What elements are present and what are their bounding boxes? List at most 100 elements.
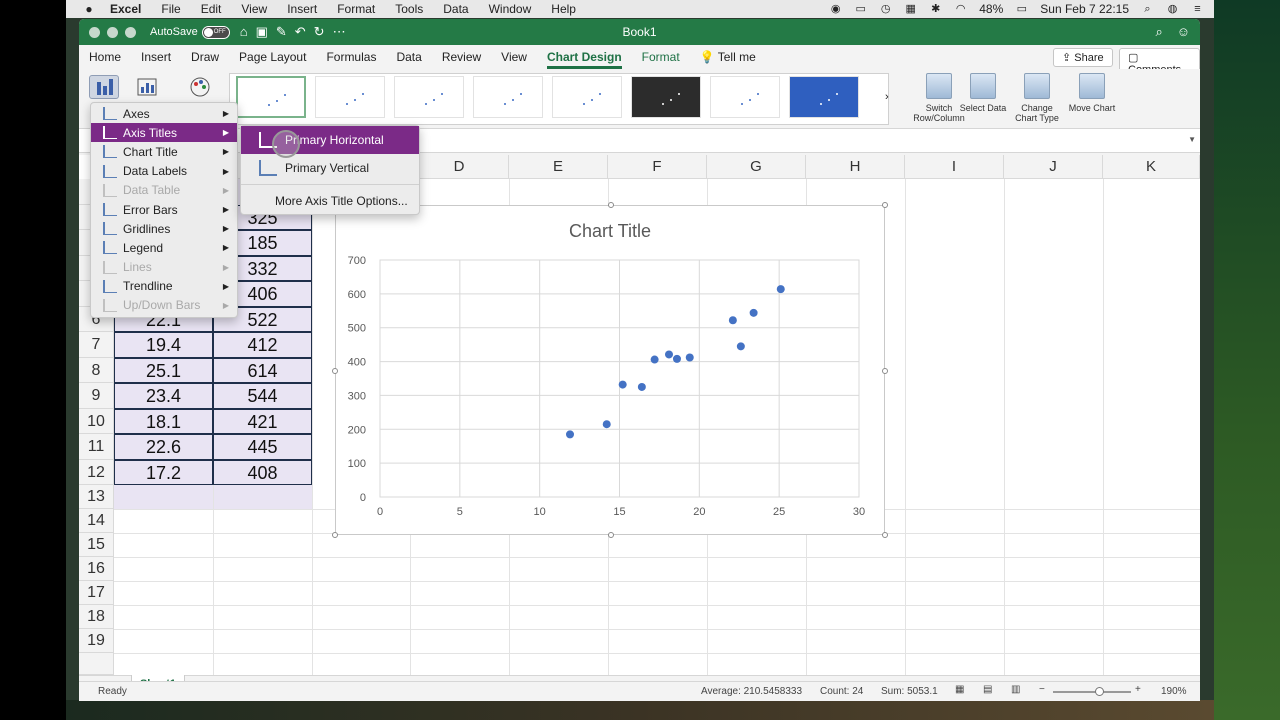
col-header-K[interactable]: K bbox=[1103, 155, 1200, 179]
data-point[interactable] bbox=[749, 308, 758, 317]
col-header-J[interactable]: J bbox=[1004, 155, 1103, 179]
row-header-7[interactable]: 7 bbox=[79, 332, 114, 358]
resize-handle-tm[interactable] bbox=[608, 202, 614, 208]
apple-icon[interactable]: ● bbox=[82, 2, 96, 16]
col-header-I[interactable]: I bbox=[905, 155, 1004, 179]
page-break-view-icon[interactable]: ▥ bbox=[1011, 684, 1020, 695]
notification-center-icon[interactable]: ≡ bbox=[1191, 3, 1204, 16]
menu-item-error-bars[interactable]: Error Bars ▶ bbox=[91, 200, 237, 219]
menu-item-axis-titles[interactable]: Axis Titles ▶ bbox=[91, 123, 237, 143]
search-icon[interactable]: ⌕ bbox=[1155, 24, 1162, 40]
save-icon[interactable]: ▣ bbox=[256, 24, 268, 40]
undo-icon[interactable]: ↶ bbox=[295, 24, 306, 40]
row-header-12[interactable]: 12 bbox=[79, 459, 114, 485]
resize-handle-bm[interactable] bbox=[608, 532, 614, 538]
row-header-17[interactable]: 17 bbox=[79, 581, 114, 605]
tab-formulas[interactable]: Formulas bbox=[326, 45, 376, 69]
resize-handle-br[interactable] bbox=[882, 532, 888, 538]
menu-item-chart-title[interactable]: Chart Title ▶ bbox=[91, 142, 237, 161]
record-icon[interactable]: ◉ bbox=[829, 3, 842, 16]
chart-style-1[interactable] bbox=[236, 76, 306, 118]
chart-style-4[interactable] bbox=[473, 76, 543, 118]
expand-formula-icon[interactable]: ▼ bbox=[1188, 135, 1196, 144]
add-chart-element-button[interactable] bbox=[89, 75, 119, 99]
menu-file[interactable]: File bbox=[161, 2, 180, 16]
change-colors-button[interactable] bbox=[187, 75, 217, 99]
cell-b[interactable]: 421 bbox=[213, 408, 312, 434]
row-header-15[interactable]: 15 bbox=[79, 533, 114, 557]
tell-me[interactable]: 💡 Tell me bbox=[700, 45, 756, 69]
col-header-F[interactable]: F bbox=[608, 155, 707, 179]
menu-item-primary-horizontal[interactable]: Primary Horizontal bbox=[241, 126, 419, 154]
data-point[interactable] bbox=[664, 350, 673, 359]
zoom-level[interactable]: 190% bbox=[1161, 686, 1187, 697]
siri-icon[interactable]: ◍ bbox=[1166, 3, 1179, 16]
chart-style-3[interactable] bbox=[394, 76, 464, 118]
menu-item-gridlines[interactable]: Gridlines ▶ bbox=[91, 219, 237, 238]
row-header-14[interactable]: 14 bbox=[79, 509, 114, 533]
tab-format[interactable]: Format bbox=[642, 45, 680, 69]
tab-review[interactable]: Review bbox=[442, 45, 481, 69]
row-header-10[interactable]: 10 bbox=[79, 408, 114, 434]
clock[interactable]: Sun Feb 7 22:15 bbox=[1040, 2, 1129, 16]
tab-chart-design[interactable]: Chart Design bbox=[546, 45, 622, 69]
cell-a[interactable]: 19.4 bbox=[114, 332, 213, 358]
data-point[interactable] bbox=[566, 430, 575, 439]
tab-page-layout[interactable]: Page Layout bbox=[239, 45, 306, 69]
minimize-button[interactable] bbox=[107, 26, 118, 38]
data-point[interactable] bbox=[650, 355, 659, 364]
row-header-8[interactable]: 8 bbox=[79, 357, 114, 383]
display-icon[interactable]: ▭ bbox=[854, 3, 867, 16]
menu-item-trendline[interactable]: Trendline ▶ bbox=[91, 277, 237, 296]
tab-home[interactable]: Home bbox=[89, 45, 121, 69]
app-menu[interactable]: Excel bbox=[110, 2, 141, 16]
cell-a[interactable]: 17.2 bbox=[114, 459, 213, 485]
menu-item-more-axis-title-options[interactable]: More Axis Title Options... bbox=[241, 187, 419, 215]
chart-style-7[interactable] bbox=[710, 76, 780, 118]
cell-b[interactable]: 614 bbox=[213, 357, 312, 383]
resize-handle-bl[interactable] bbox=[332, 532, 338, 538]
page-layout-view-icon[interactable]: ▤ bbox=[983, 684, 992, 695]
menu-format[interactable]: Format bbox=[337, 2, 375, 16]
data-point[interactable] bbox=[728, 316, 737, 325]
autosave-toggle[interactable]: OFF bbox=[201, 25, 230, 39]
chart-title[interactable]: Chart Title bbox=[569, 221, 651, 241]
cell-a[interactable]: 18.1 bbox=[114, 408, 213, 434]
chart-style-8[interactable] bbox=[789, 76, 859, 118]
keyboard-icon[interactable]: ▦ bbox=[904, 3, 917, 16]
fullscreen-button[interactable] bbox=[125, 26, 136, 38]
row-header-18[interactable]: 18 bbox=[79, 605, 114, 629]
data-point[interactable] bbox=[685, 353, 694, 362]
row-header-9[interactable]: 9 bbox=[79, 383, 114, 409]
row-header-11[interactable]: 11 bbox=[79, 434, 114, 460]
menu-item-primary-vertical[interactable]: Primary Vertical bbox=[241, 154, 419, 182]
chart-style-5[interactable] bbox=[552, 76, 622, 118]
cell-b[interactable]: 445 bbox=[213, 434, 312, 460]
change-chart-type-button[interactable]: Change Chart Type bbox=[1009, 73, 1065, 123]
menu-view[interactable]: View bbox=[241, 2, 267, 16]
people-icon[interactable]: ☺ bbox=[1177, 24, 1190, 40]
zoom-slider-thumb[interactable] bbox=[1095, 687, 1104, 696]
resize-handle-ml[interactable] bbox=[332, 368, 338, 374]
chart-style-6[interactable] bbox=[631, 76, 701, 118]
zoom-in-icon[interactable]: + bbox=[1135, 684, 1141, 695]
row-header-16[interactable]: 16 bbox=[79, 557, 114, 581]
redo-icon[interactable]: ↻ bbox=[314, 24, 325, 40]
row-header-20[interactable] bbox=[79, 653, 114, 675]
row-header-19[interactable]: 19 bbox=[79, 629, 114, 653]
cell-a[interactable]: 22.6 bbox=[114, 434, 213, 460]
data-point[interactable] bbox=[618, 380, 627, 389]
scatter-chart[interactable]: Chart Title 0 100 200 300 400 500 600 700 0 5 10 15… bbox=[332, 202, 888, 538]
cell-a[interactable]: 23.4 bbox=[114, 383, 213, 409]
col-header-D[interactable]: D bbox=[410, 155, 509, 179]
menu-data[interactable]: Data bbox=[443, 2, 468, 16]
cell-b[interactable]: 408 bbox=[213, 459, 312, 485]
menu-help[interactable]: Help bbox=[551, 2, 576, 16]
edit-icon[interactable]: ✎ bbox=[276, 24, 287, 40]
data-point[interactable] bbox=[736, 342, 745, 351]
tab-draw[interactable]: Draw bbox=[191, 45, 219, 69]
time-machine-icon[interactable]: ◷ bbox=[879, 3, 892, 16]
home-icon[interactable]: ⌂ bbox=[240, 24, 248, 40]
select-data-button[interactable]: Select Data bbox=[955, 73, 1011, 113]
wifi-icon[interactable]: ◠ bbox=[954, 3, 967, 16]
